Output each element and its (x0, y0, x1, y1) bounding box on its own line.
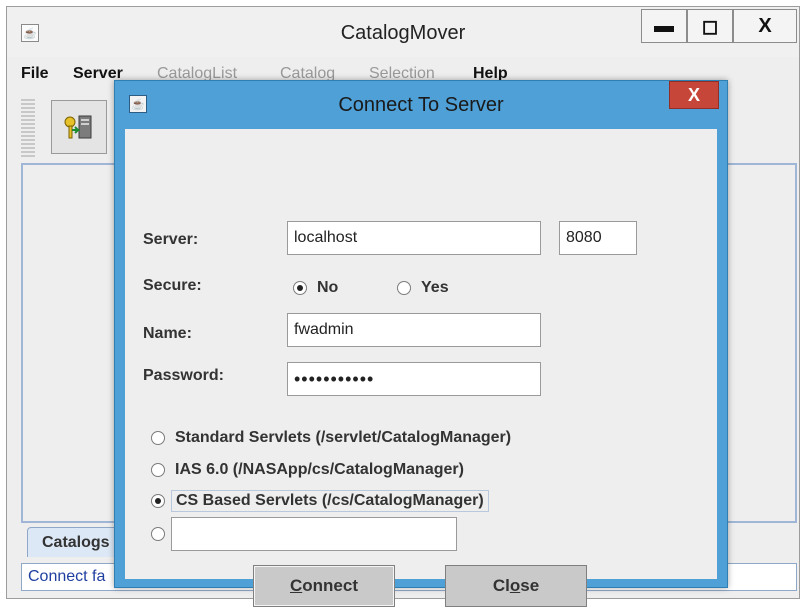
secure-label: Secure: (143, 277, 202, 294)
ias-label: IAS 6.0 (/NASApp/cs/CatalogManager) (175, 461, 464, 478)
standard-servlets-label: Standard Servlets (/servlet/CatalogManag… (175, 429, 512, 446)
close-label-pre: Cl (492, 576, 510, 595)
dialog-titlebar[interactable]: ☕ Connect To Server X (115, 81, 727, 127)
connect-toolbar-button[interactable] (51, 100, 107, 154)
ias-radio[interactable]: IAS 6.0 (/NASApp/cs/CatalogManager) (151, 461, 464, 479)
name-label: Name: (143, 325, 192, 342)
radio-indicator[interactable] (151, 463, 165, 477)
maximize-button[interactable]: ◻ (687, 9, 733, 43)
close-mnemonic: o (509, 576, 521, 595)
password-input[interactable]: ••••••••••• (287, 362, 541, 396)
secure-yes-radio[interactable]: Yes (397, 279, 449, 297)
connect-button[interactable]: Connect (253, 565, 395, 607)
radio-indicator[interactable] (151, 494, 165, 508)
close-button[interactable]: Cl o se (445, 565, 587, 607)
radio-indicator[interactable] (151, 431, 165, 445)
connect-mnemonic: C (289, 576, 303, 595)
connect-server-icon (64, 115, 92, 139)
standard-servlets-radio[interactable]: Standard Servlets (/servlet/CatalogManag… (151, 429, 511, 447)
custom-path-radio[interactable] (151, 527, 165, 541)
radio-indicator[interactable] (151, 527, 165, 541)
connect-dialog: ☕ Connect To Server X Server: Secure: No… (114, 80, 728, 607)
server-input[interactable] (287, 221, 541, 255)
port-input[interactable] (559, 221, 637, 255)
server-label: Server: (143, 231, 199, 248)
minimize-button[interactable]: ▬ (641, 9, 687, 43)
connect-label: onnect (302, 576, 358, 595)
radio-indicator[interactable] (293, 281, 307, 295)
cs-servlets-label: CS Based Servlets (/cs/CatalogManager) (171, 490, 489, 512)
password-label: Password: (143, 367, 224, 384)
dialog-title: Connect To Server (338, 94, 504, 116)
dialog-body: Server: Secure: No Yes Name: Password: •… (125, 129, 717, 607)
window-titlebar[interactable]: ☕ CatalogMover ▬ ◻ X (7, 7, 799, 57)
custom-path-input[interactable] (171, 517, 457, 551)
close-label-post: se (520, 576, 540, 595)
radio-indicator[interactable] (397, 281, 411, 295)
menu-file[interactable]: File (21, 65, 49, 83)
secure-no-label: No (317, 279, 339, 296)
name-input[interactable] (287, 313, 541, 347)
dialog-close-icon[interactable]: X (669, 81, 719, 109)
secure-no-radio[interactable]: No (293, 279, 338, 297)
cs-servlets-radio[interactable]: CS Based Servlets (/cs/CatalogManager) (151, 490, 489, 512)
secure-yes-label: Yes (421, 279, 449, 296)
toolbar-grip[interactable] (21, 97, 35, 157)
window-close-button[interactable]: X (733, 9, 797, 43)
